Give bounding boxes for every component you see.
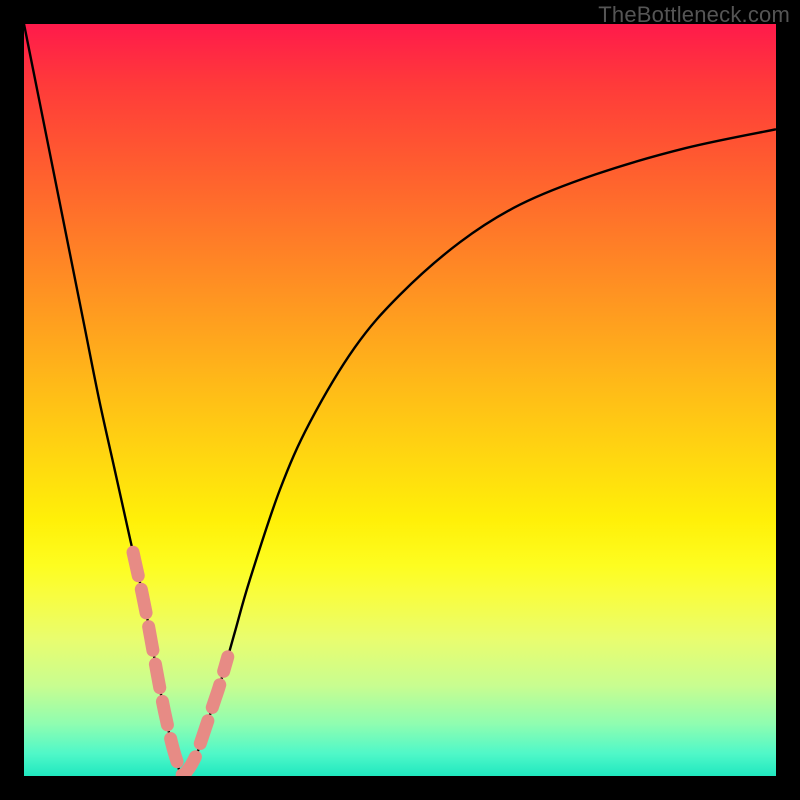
trough-highlight xyxy=(133,552,228,775)
plot-area xyxy=(24,24,776,776)
curve-svg xyxy=(24,24,776,776)
bottleneck-curve xyxy=(24,24,776,776)
chart-frame: TheBottleneck.com xyxy=(0,0,800,800)
